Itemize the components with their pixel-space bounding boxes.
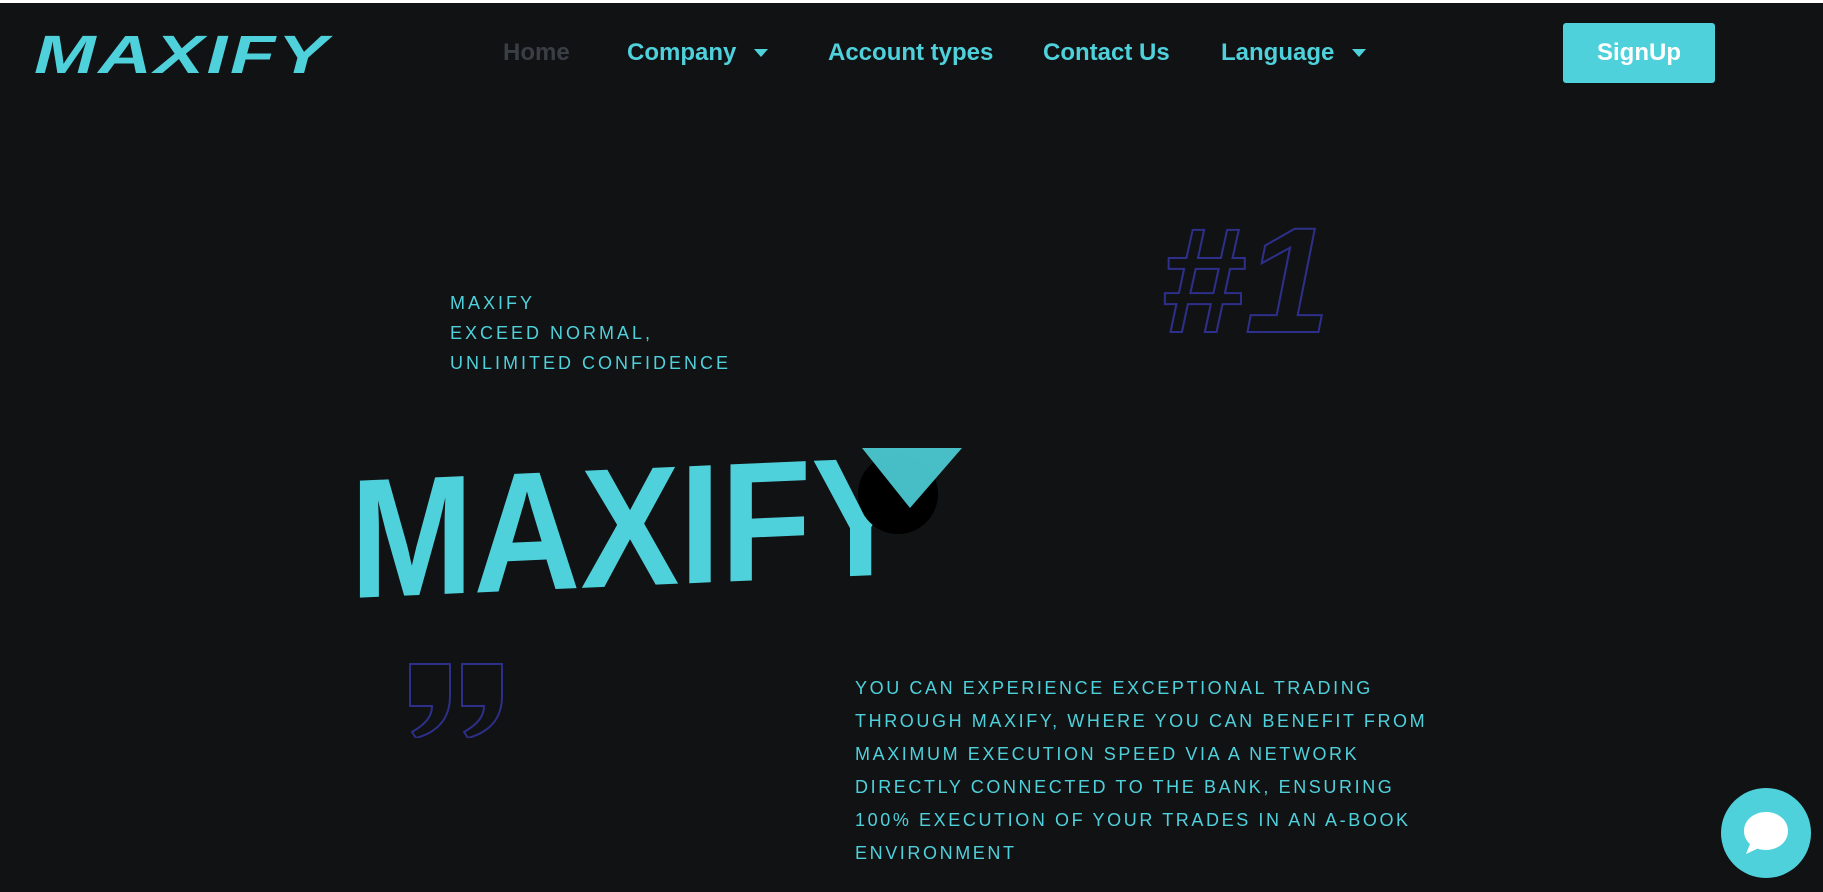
- hero-logo: MAXIFY: [350, 448, 962, 610]
- tagline-line-2: EXCEED NORMAL,: [450, 323, 654, 343]
- hero-logo-text: MAXIFY: [350, 448, 910, 610]
- main-nav: Home Company Account types Contact Us La…: [0, 3, 1823, 103]
- chevron-down-icon: [754, 49, 769, 57]
- site-header: MAXIFY Home Company Account types Contac…: [0, 3, 1823, 103]
- nav-language[interactable]: Language: [1221, 39, 1367, 67]
- tagline-line-3: UNLIMITED CONFIDENCE: [450, 353, 732, 373]
- nav-contact-us-label: Contact Us: [1043, 39, 1170, 66]
- tagline-line-1: MAXIFY: [450, 293, 536, 313]
- nav-company-label: Company: [627, 39, 737, 66]
- nav-home[interactable]: Home: [503, 39, 570, 67]
- chat-bubble-icon: [1744, 812, 1788, 854]
- nav-contact-us[interactable]: Contact Us: [1043, 39, 1170, 67]
- rank-badge: #1: [1160, 212, 1331, 342]
- nav-home-label: Home: [503, 39, 570, 66]
- quote-icon: [409, 663, 503, 738]
- hero-tagline: MAXIFY EXCEED NORMAL, UNLIMITED CONFIDEN…: [450, 288, 731, 378]
- signup-button[interactable]: SignUp: [1563, 23, 1715, 83]
- chat-button[interactable]: [1721, 788, 1811, 878]
- nav-account-types-label: Account types: [828, 39, 994, 66]
- chevron-down-icon: [1352, 49, 1367, 57]
- nav-account-types[interactable]: Account types: [828, 39, 993, 67]
- hero-description: YOU CAN EXPERIENCE EXCEPTIONAL TRADING T…: [855, 678, 1428, 863]
- rank-badge-text: #1: [1160, 212, 1330, 342]
- nav-company[interactable]: Company: [627, 39, 769, 67]
- nav-language-label: Language: [1221, 39, 1335, 66]
